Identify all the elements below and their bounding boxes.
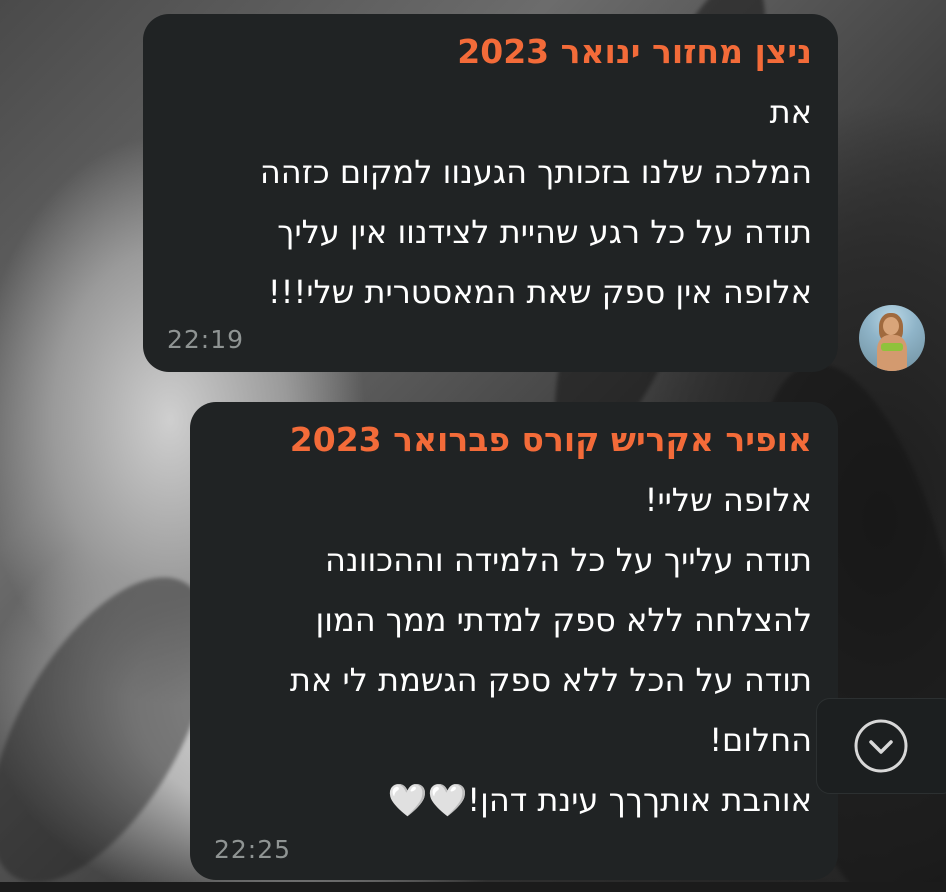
message-timestamp: 22:25 [214,835,292,864]
message-text-line: אלופה אין ספק שאת המאסטרית שלי!!! [267,273,812,311]
message-bubble[interactable]: אופיר אקריש קורס פברואר 2023 אלופה שליי!… [190,402,838,880]
message-text-line: החלום! [709,721,812,759]
message-bubble[interactable]: ניצן מחזור ינואר 2023 את המלכה שלנו בזכו… [143,14,838,372]
message-text-line: המלכה שלנו בזכותך הגענוו למקום כזהה [259,153,812,191]
message-text-line: להצלחה ללא ספק למדתי ממך המון [315,601,812,639]
chevron-down-circle-icon [853,718,909,774]
message-text-line: אלופה שליי! [644,481,812,519]
scroll-to-bottom-button[interactable] [816,698,946,794]
message-text-line: תודה על הכל ללא ספק הגשמת לי את [289,661,812,699]
sender-name[interactable]: אופיר אקריש קורס פברואר 2023 [216,418,812,462]
message-text-line: תודה עלייך על כל הלמידה וההכוונה [325,541,812,579]
message-text-line: את [769,93,812,131]
message-timestamp: 22:19 [167,325,245,354]
sender-name[interactable]: ניצן מחזור ינואר 2023 [169,30,812,74]
message-text-line: אוהבת אותךךך עינת דהן!🤍🤍 [387,781,812,819]
sender-avatar[interactable] [859,305,925,371]
bottom-edge [0,882,946,892]
message-text-line: תודה על כל רגע שהיית לצידנוו אין עליך [277,213,812,251]
